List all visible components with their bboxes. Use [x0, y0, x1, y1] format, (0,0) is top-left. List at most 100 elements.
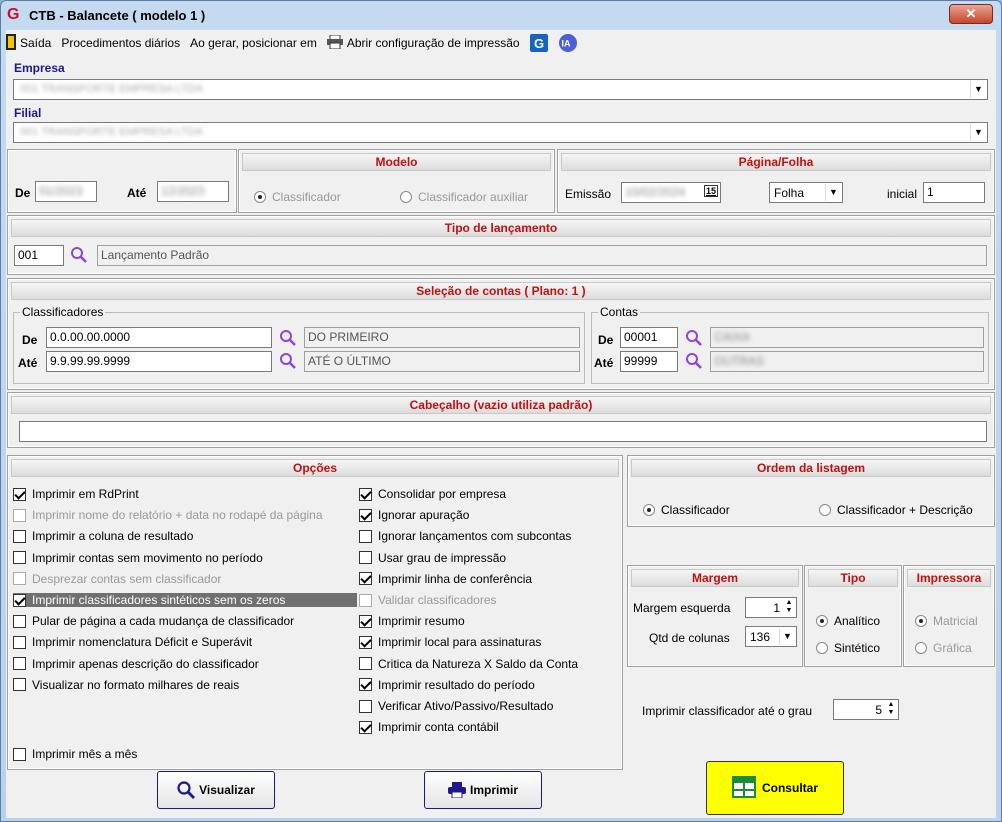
imprimir-button[interactable]: Imprimir	[424, 771, 542, 809]
option-right-9-checkbox[interactable]: Imprimir resultado do período	[359, 678, 535, 692]
option-label: Imprimir a coluna de resultado	[32, 529, 194, 544]
option-right-1-checkbox[interactable]: Ignorar apuração	[359, 508, 469, 522]
option-right-6-checkbox[interactable]: Imprimir resumo	[359, 614, 465, 628]
option-left-0-checkbox[interactable]: Imprimir em RdPrint	[13, 487, 139, 501]
contas-title: Contas	[598, 305, 641, 319]
option-left-6-checkbox[interactable]: Pular de página a cada mudança de classi…	[13, 614, 294, 628]
ia-button[interactable]: IA	[558, 33, 578, 53]
contas-group: Contas De 00001 CAIXA Até 99999 OUTRAS	[591, 305, 989, 384]
chevron-down-icon[interactable]: ▼	[970, 124, 986, 141]
ordem-classificador-radio[interactable]: Classificador	[643, 503, 730, 517]
g-logo-button[interactable]: G	[529, 34, 548, 52]
chevron-down-icon: ▼	[779, 628, 795, 645]
modelo-panel: Modelo Classificador Classificador auxil…	[238, 149, 555, 213]
option-left-3-checkbox[interactable]: Imprimir contas sem movimento no período	[13, 551, 263, 565]
periodo-de-label: De	[15, 186, 31, 200]
class-ate-input[interactable]: 9.9.99.99.9999	[46, 351, 272, 372]
class-de-label: De	[22, 333, 38, 347]
conta-ate-input[interactable]: 99999	[620, 351, 678, 372]
impressora-grafica-radio[interactable]: Gráfica	[915, 641, 972, 655]
checkbox-icon	[359, 508, 372, 522]
empresa-label: Empresa	[14, 61, 65, 75]
option-left-8-checkbox[interactable]: Imprimir apenas descrição do classificad…	[13, 657, 259, 671]
menu-position[interactable]: Ao gerar, posicionar em	[190, 36, 317, 50]
menu-print-config[interactable]: Abrir configuração de impressão	[326, 34, 520, 52]
option-left-5-checkbox[interactable]: Imprimir classificadores sintéticos sem …	[13, 593, 357, 607]
filial-select[interactable]: 001 TRANSPORTE EMPRESA LTDA ▼	[13, 122, 988, 143]
option-label: Imprimir linha de conferência	[378, 571, 533, 586]
emissao-input[interactable]: 10/02/2024 15	[621, 182, 721, 203]
conta-de-desc: CAIXA	[710, 327, 984, 348]
option-right-8-checkbox[interactable]: Critica da Natureza X Saldo da Conta	[359, 657, 578, 671]
menu-exit[interactable]: Saída	[6, 33, 51, 53]
checkbox-icon	[13, 678, 26, 692]
tipo-lancamento-code-input[interactable]: 001	[14, 245, 64, 266]
inicial-input[interactable]: 1	[923, 182, 985, 203]
option-right-7-checkbox[interactable]: Imprimir local para assinaturas	[359, 635, 541, 649]
spinner-arrows-icon: ▲ ▼	[785, 599, 793, 614]
app-logo-icon: G	[7, 6, 20, 23]
search-icon[interactable]	[280, 353, 296, 369]
g-logo-icon: G	[529, 34, 548, 52]
option-right-0-checkbox[interactable]: Consolidar por empresa	[359, 487, 506, 501]
qtd-colunas-select[interactable]: 136 ▼	[745, 626, 797, 647]
option-left-9-checkbox[interactable]: Visualizar no formato milhares de reais	[13, 678, 239, 692]
option-left-1-checkbox[interactable]: Imprimir nome do relatório + data no rod…	[13, 508, 323, 522]
margem-panel: Margem Margem esquerda 1 ▲ ▼ Qtd de coluna…	[627, 565, 803, 667]
chevron-down-icon[interactable]: ▼	[825, 184, 841, 201]
option-left-4-checkbox[interactable]: Desprezar contas sem classificador	[13, 572, 221, 586]
empresa-select[interactable]: 001 TRANSPORTE EMPRESA LTDA ▼	[13, 79, 988, 100]
tipo-sintetico-radio[interactable]: Sintético	[816, 641, 880, 655]
conta-ate-label: Até	[594, 356, 614, 370]
option-left-10-checkbox[interactable]: Imprimir mês a mês	[13, 747, 137, 761]
option-left-2-checkbox[interactable]: Imprimir a coluna de resultado	[13, 529, 193, 543]
chevron-down-icon[interactable]: ▼	[970, 81, 986, 98]
checkbox-icon	[359, 678, 372, 692]
consultar-label: Consultar	[761, 781, 818, 795]
tipo-analitico-radio[interactable]: Analítico	[816, 614, 880, 628]
option-right-5-checkbox[interactable]: Validar classificadores	[359, 593, 497, 607]
search-icon[interactable]	[280, 330, 296, 346]
margem-esquerda-spinner[interactable]: 1 ▲ ▼	[745, 597, 797, 618]
option-right-2-checkbox[interactable]: Ignorar lançamentos com subcontas	[359, 529, 571, 543]
close-button[interactable]: ✕	[949, 4, 993, 24]
option-label: Critica da Natureza X Saldo da Conta	[378, 656, 579, 671]
tipo-lancamento-panel: Tipo de lançamento 001 Lançamento Padrão	[7, 215, 995, 275]
tipo-lancamento-desc: Lançamento Padrão	[97, 245, 987, 266]
option-right-11-checkbox[interactable]: Imprimir conta contábil	[359, 720, 499, 734]
app-window: G CTB - Balancete ( modelo 1 ) ✕ Saída P…	[0, 0, 1002, 822]
periodo-ate-input[interactable]: 12/2023	[157, 181, 229, 202]
modelo-classificador-auxiliar-radio[interactable]: Classificador auxiliar	[400, 190, 528, 204]
menu-bar: Saída Procedimentos diários Ao gerar, po…	[6, 32, 588, 54]
checkbox-icon	[359, 529, 372, 543]
impressora-matricial-radio[interactable]: Matricial	[915, 614, 978, 628]
tipo-header: Tipo	[808, 569, 898, 587]
class-de-input[interactable]: 0.0.00.00.0000	[46, 327, 272, 348]
option-label: Ignorar apuração	[378, 508, 470, 523]
checkbox-icon	[13, 657, 26, 671]
search-icon[interactable]	[686, 330, 702, 346]
option-right-4-checkbox[interactable]: Imprimir linha de conferência	[359, 572, 532, 586]
search-icon[interactable]	[686, 353, 702, 369]
classificadores-title: Classificadores	[20, 305, 106, 319]
periodo-de-input[interactable]: 01/2023	[35, 181, 97, 202]
calendar-icon[interactable]: 15	[703, 185, 718, 197]
ordem-classificador-descricao-radio[interactable]: Classificador + Descrição	[819, 503, 973, 517]
option-right-10-checkbox[interactable]: Verificar Ativo/Passivo/Resultado	[359, 699, 553, 713]
conta-de-input[interactable]: 00001	[620, 327, 678, 348]
option-right-3-checkbox[interactable]: Usar grau de impressão	[359, 551, 506, 565]
option-left-7-checkbox[interactable]: Imprimir nomenclatura Déficit e Superávi…	[13, 635, 252, 649]
grau-spinner[interactable]: 5 ▲ ▼	[833, 699, 899, 720]
cabecalho-input[interactable]	[19, 421, 987, 442]
spinner-arrows-icon: ▲ ▼	[887, 701, 895, 716]
menu-daily-label: Procedimentos diários	[61, 36, 181, 50]
search-icon[interactable]	[71, 247, 87, 263]
visualizar-button[interactable]: Visualizar	[157, 771, 275, 809]
modelo-classificador-radio[interactable]: Classificador	[254, 190, 341, 204]
tipo-pagina-select[interactable]: Folha ▼	[769, 182, 843, 203]
window-title: CTB - Balancete ( modelo 1 )	[29, 8, 206, 23]
consultar-button[interactable]: Consultar	[706, 761, 844, 815]
checkbox-icon	[13, 529, 26, 543]
conta-de-label: De	[598, 333, 614, 347]
menu-daily[interactable]: Procedimentos diários	[61, 36, 180, 50]
